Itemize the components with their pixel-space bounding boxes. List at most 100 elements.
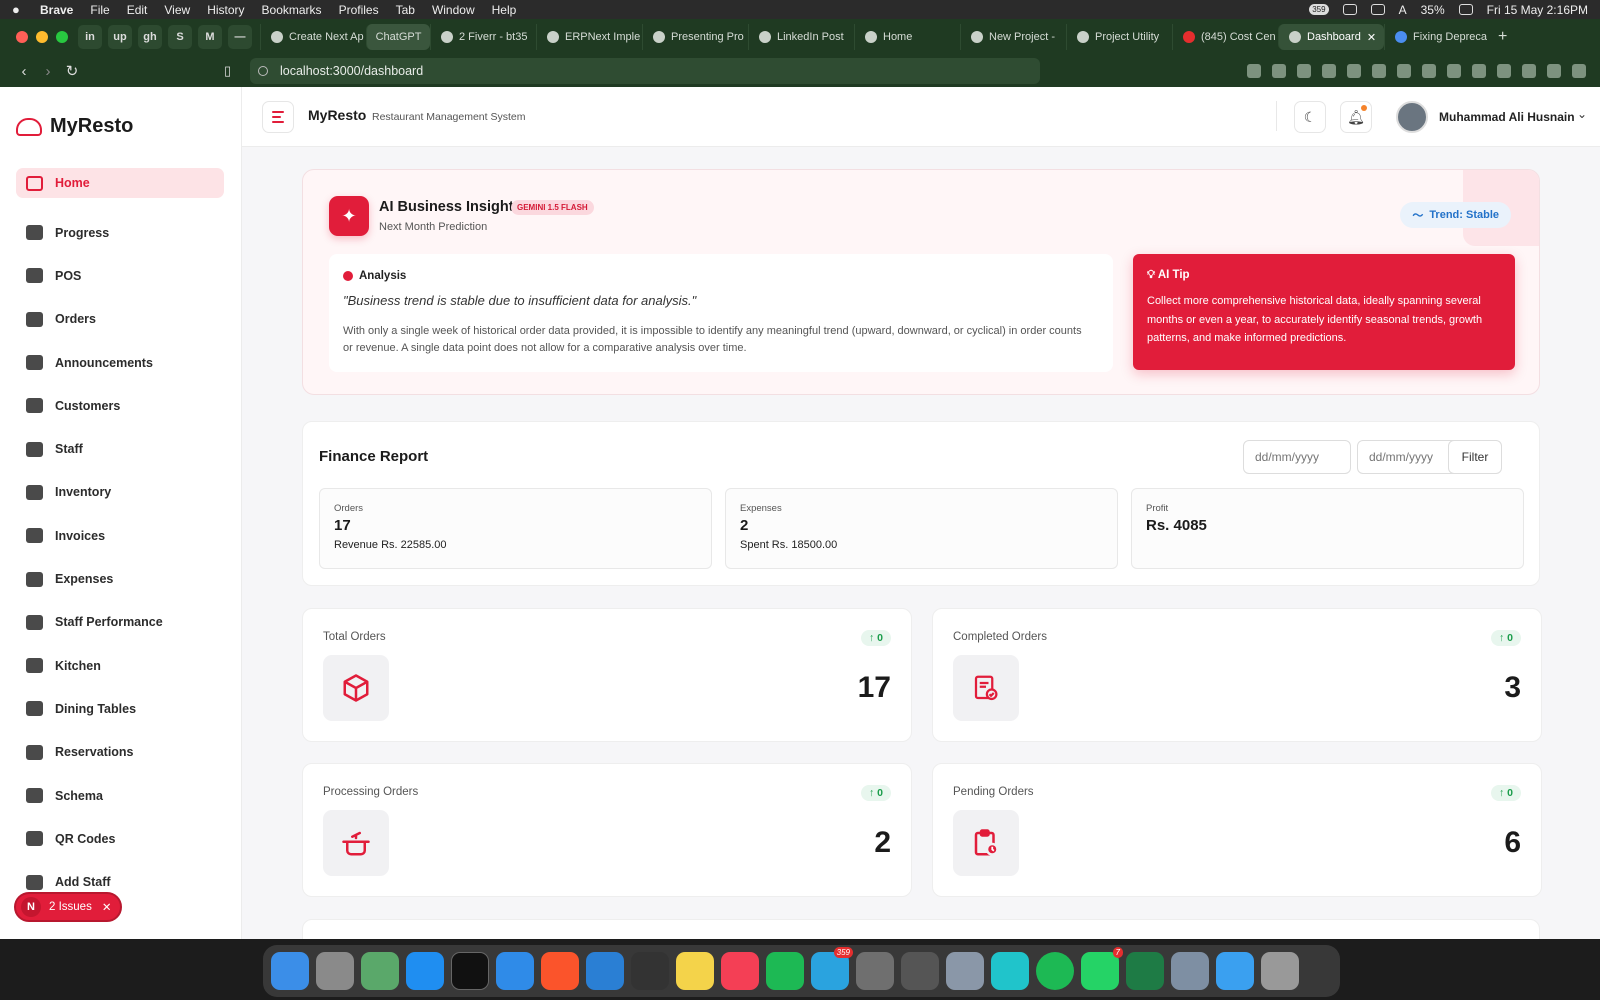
safari-icon[interactable] <box>496 952 534 990</box>
menu-view[interactable]: View <box>164 3 190 17</box>
menu-file[interactable]: File <box>90 3 109 17</box>
launchpad-icon[interactable] <box>316 952 354 990</box>
address-bar[interactable]: localhost:3000/dashboard <box>250 58 1040 84</box>
notifications-button[interactable]: 🔔︎ <box>1340 101 1372 133</box>
extension-icon[interactable] <box>1247 64 1261 78</box>
sidebar-item-inventory[interactable]: Inventory <box>16 471 224 514</box>
sidebar-item-kitchen[interactable]: Kitchen <box>16 644 224 687</box>
sidebar-item-invoices[interactable]: Invoices <box>16 514 224 557</box>
pinned-tab-other[interactable]: — <box>228 25 252 49</box>
telegram-icon[interactable]: 359 <box>811 947 853 990</box>
avatar[interactable] <box>1396 101 1428 133</box>
sidebar-item-dining-tables[interactable]: Dining Tables <box>16 687 224 730</box>
wallet-icon[interactable] <box>1522 64 1536 78</box>
extension-icon[interactable] <box>1347 64 1361 78</box>
sidebar-item-customers[interactable]: Customers <box>16 384 224 427</box>
forward-icon[interactable]: › <box>36 63 60 80</box>
terminal-icon[interactable] <box>451 952 489 990</box>
tab-erpnext[interactable]: ERPNext Imple <box>536 24 642 50</box>
spotify-icon[interactable] <box>1036 952 1074 990</box>
tab-project-utility[interactable]: Project Utility <box>1066 24 1172 50</box>
sidebar-item-home[interactable]: Home <box>16 168 224 198</box>
finder-icon[interactable] <box>271 952 309 990</box>
menu-history[interactable]: History <box>207 3 244 17</box>
back-icon[interactable]: ‹ <box>12 63 36 80</box>
tab-youtube[interactable]: (845) Cost Cen <box>1172 24 1278 50</box>
system-settings-icon[interactable] <box>856 952 894 990</box>
app-store-icon[interactable] <box>406 952 444 990</box>
menu-edit[interactable]: Edit <box>127 3 148 17</box>
sidebar-item-qr-codes[interactable]: QR Codes <box>16 817 224 860</box>
user-name[interactable]: Muhammad Ali Husnain <box>1439 110 1575 124</box>
canva-icon[interactable] <box>991 952 1029 990</box>
extension-icon[interactable] <box>1322 64 1336 78</box>
reload-icon[interactable]: ↻ <box>60 62 84 80</box>
apple-menu-icon[interactable]: ● <box>12 2 24 17</box>
notes-icon[interactable] <box>676 952 714 990</box>
menu-toggle-button[interactable] <box>262 101 294 133</box>
extension-icon[interactable] <box>1297 64 1311 78</box>
menu-profiles[interactable]: Profiles <box>339 3 379 17</box>
date-from-input[interactable] <box>1243 440 1351 474</box>
tab-linkedin-post[interactable]: LinkedIn Post <box>748 24 854 50</box>
extension-icon[interactable] <box>1422 64 1436 78</box>
zoom-window-button[interactable] <box>56 31 68 43</box>
sidebar-item-expenses[interactable]: Expenses <box>16 557 224 600</box>
menu-help[interactable]: Help <box>492 3 517 17</box>
sidebar-item-pos[interactable]: POS <box>16 254 224 297</box>
preview-icon[interactable] <box>1171 952 1209 990</box>
sidebar-item-reservations[interactable]: Reservations <box>16 731 224 774</box>
calculator-icon[interactable] <box>901 952 939 990</box>
dev-issues-toast[interactable]: N 2 Issues ✕ <box>14 892 122 922</box>
menu-icon[interactable] <box>1572 64 1586 78</box>
menu-tab[interactable]: Tab <box>396 3 415 17</box>
tab-dashboard[interactable]: Dashboard ✕ <box>1278 24 1384 50</box>
trash-icon[interactable] <box>1261 952 1299 990</box>
menu-bookmarks[interactable]: Bookmarks <box>262 3 322 17</box>
pinned-tab-linkedin[interactable]: in <box>78 25 102 49</box>
close-icon[interactable]: ✕ <box>102 900 112 914</box>
extension-icon[interactable] <box>1472 64 1486 78</box>
downloads-folder-icon[interactable] <box>1216 952 1254 990</box>
tab-fiverr[interactable]: 2 Fiverr - bt35 <box>430 24 536 50</box>
menubar-clock[interactable]: Fri 15 May 2:16PM <box>1487 3 1588 17</box>
minimize-window-button[interactable] <box>36 31 48 43</box>
brave-icon[interactable] <box>541 952 579 990</box>
sidebar-toggle-icon[interactable] <box>1497 64 1511 78</box>
vpn-icon[interactable] <box>1547 64 1561 78</box>
excel-icon[interactable] <box>1126 952 1164 990</box>
tab-fixing-deprecated[interactable]: Fixing Depreca <box>1384 24 1490 50</box>
vscode-icon[interactable] <box>586 952 624 990</box>
status-badge[interactable]: 359 <box>1309 4 1329 15</box>
pinned-tab-github[interactable]: gh <box>138 25 162 49</box>
extension-icon[interactable] <box>1272 64 1286 78</box>
tab-chatgpt[interactable]: ChatGPT <box>366 24 430 50</box>
whatsapp-icon[interactable]: 7 <box>1081 947 1123 990</box>
extension-icon[interactable] <box>1447 64 1461 78</box>
extension-icon[interactable] <box>1372 64 1386 78</box>
arc-icon[interactable] <box>631 952 669 990</box>
sidebar-item-progress[interactable]: Progress <box>16 211 224 254</box>
menu-app-name[interactable]: Brave <box>40 3 73 17</box>
tab-presenting[interactable]: Presenting Pro <box>642 24 748 50</box>
fiverr-icon[interactable] <box>766 952 804 990</box>
tab-create-next-app[interactable]: Create Next Ap <box>260 24 366 50</box>
sidebar-item-staff[interactable]: Staff <box>16 427 224 470</box>
tab-home[interactable]: Home <box>854 24 960 50</box>
sidebar-item-announcements[interactable]: Announcements <box>16 341 224 384</box>
close-window-button[interactable] <box>16 31 28 43</box>
theme-toggle-button[interactable]: ☾ <box>1294 101 1326 133</box>
new-tab-icon[interactable]: + <box>1498 28 1507 46</box>
music-icon[interactable] <box>721 952 759 990</box>
app-logo[interactable]: MyResto <box>16 115 133 138</box>
bookmark-icon[interactable]: ▯ <box>224 63 231 79</box>
input-source-icon[interactable]: A <box>1399 3 1407 17</box>
utility-icon[interactable] <box>946 952 984 990</box>
pinned-tab-upwork[interactable]: up <box>108 25 132 49</box>
display-icon[interactable] <box>1342 4 1357 15</box>
battery-level[interactable]: 35% <box>1421 3 1445 17</box>
sidebar-item-staff-performance[interactable]: Staff Performance <box>16 601 224 644</box>
wifi-icon[interactable] <box>1458 4 1473 15</box>
volume-icon[interactable] <box>1370 4 1385 15</box>
filter-button[interactable]: Filter <box>1448 440 1502 474</box>
